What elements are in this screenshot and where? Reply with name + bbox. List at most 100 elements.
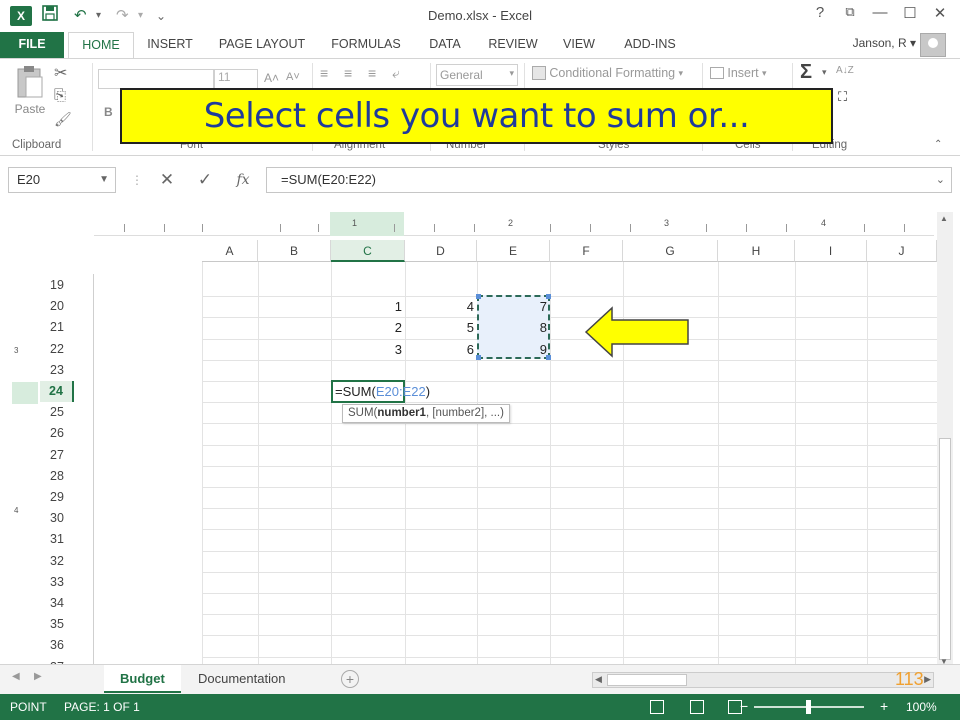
ribbon-display-options-button[interactable]: ⧉	[836, 4, 864, 20]
minimize-button[interactable]: —	[866, 4, 894, 21]
cell-c21[interactable]: 2	[331, 317, 405, 338]
next-sheet-icon[interactable]: ▶	[34, 671, 42, 682]
column-header-a[interactable]: A	[202, 240, 258, 262]
align-bottom-icon[interactable]: ≡	[368, 65, 376, 81]
autosum-dropdown-icon[interactable]: ▾	[822, 67, 827, 78]
paste-button[interactable]: Paste	[12, 65, 48, 131]
row-header-27[interactable]: 27	[40, 445, 74, 466]
maximize-button[interactable]: ☐	[896, 4, 924, 22]
column-header-i[interactable]: I	[795, 240, 867, 262]
cut-icon[interactable]: ✂	[54, 63, 67, 83]
cell-e20[interactable]: 7	[477, 296, 550, 317]
row-header-32[interactable]: 32	[40, 551, 74, 572]
copy-icon[interactable]: ⎘	[54, 87, 66, 104]
font-size-box[interactable]: 11	[214, 69, 258, 89]
prev-sheet-icon[interactable]: ◀	[12, 671, 20, 682]
row-header-37[interactable]: 37	[40, 657, 74, 664]
shrink-font-icon[interactable]: A˅	[286, 71, 300, 83]
scrollbar-thumb[interactable]	[939, 438, 951, 660]
column-header-b[interactable]: B	[258, 240, 331, 262]
name-box[interactable]: E20 ▼	[8, 167, 116, 193]
chevron-down-icon[interactable]: ⌄	[936, 168, 945, 192]
zoom-out-icon[interactable]: −	[740, 693, 748, 719]
cell-c20[interactable]: 1	[331, 296, 405, 317]
tab-review[interactable]: REVIEW	[484, 32, 542, 58]
cell-e22[interactable]: 9	[477, 339, 550, 360]
tab-home[interactable]: HOME	[68, 32, 134, 59]
insert-function-button[interactable]: fx	[228, 167, 258, 193]
column-header-e[interactable]: E	[477, 240, 550, 262]
scroll-up-icon[interactable]: ▲	[940, 214, 948, 223]
number-format-dropdown[interactable]: General ▾	[436, 64, 518, 86]
row-header-22[interactable]: 22	[40, 339, 74, 360]
row-header-35[interactable]: 35	[40, 614, 74, 635]
row-header-25[interactable]: 25	[40, 402, 74, 423]
row-header-23[interactable]: 23	[40, 360, 74, 381]
page-layout-view-icon[interactable]	[690, 700, 704, 714]
row-header-33[interactable]: 33	[40, 572, 74, 593]
row-header-21[interactable]: 21	[40, 317, 74, 338]
row-header-31[interactable]: 31	[40, 529, 74, 550]
cell-c22[interactable]: 3	[331, 339, 405, 360]
row-header-24[interactable]: 24	[40, 381, 74, 402]
tab-insert[interactable]: INSERT	[140, 32, 200, 58]
format-painter-icon[interactable]: 🖌	[54, 111, 72, 128]
sort-filter-icon[interactable]: A↓Z	[836, 65, 854, 76]
row-header-19[interactable]: 19	[40, 275, 74, 296]
tab-data[interactable]: DATA	[420, 32, 470, 58]
tab-add-ins[interactable]: ADD-INS	[614, 32, 686, 58]
formula-input[interactable]: =SUM(E20:E22) ⌄	[266, 167, 952, 193]
sheet-tab-budget[interactable]: Budget	[104, 665, 181, 693]
user-account[interactable]: Janson, R ▾	[853, 36, 916, 50]
bold-button[interactable]: B	[104, 105, 113, 119]
vertical-scrollbar[interactable]: ▲ ▼	[937, 212, 953, 664]
scroll-left-icon[interactable]: ◀	[595, 674, 602, 685]
column-header-f[interactable]: F	[550, 240, 623, 262]
horizontal-scrollbar[interactable]: ◀ ▶	[592, 672, 934, 688]
cell-d22[interactable]: 6	[405, 339, 477, 360]
avatar[interactable]	[920, 33, 946, 57]
row-header-29[interactable]: 29	[40, 487, 74, 508]
scroll-down-icon[interactable]: ▼	[940, 657, 948, 664]
find-select-icon[interactable]: ⛶	[838, 89, 847, 105]
tab-file[interactable]: FILE	[0, 32, 64, 58]
column-header-c[interactable]: C	[331, 240, 405, 262]
column-header-j[interactable]: J	[867, 240, 937, 262]
align-top-icon[interactable]: ≡	[320, 65, 328, 81]
wrap-text-icon[interactable]: ⤶	[392, 65, 400, 82]
cell-c24-editor[interactable]: =SUM(E20:E22)	[331, 380, 430, 403]
row-header-30[interactable]: 30	[40, 508, 74, 529]
insert-cells-button[interactable]: Insert ▾	[710, 65, 766, 85]
row-header-34[interactable]: 34	[40, 593, 74, 614]
grow-font-icon[interactable]: A˄	[264, 71, 279, 85]
sheet-tab-documentation[interactable]: Documentation	[182, 665, 301, 693]
tab-view[interactable]: VIEW	[556, 32, 602, 58]
row-header-20[interactable]: 20	[40, 296, 74, 317]
cell-d21[interactable]: 5	[405, 317, 477, 338]
row-header-36[interactable]: 36	[40, 635, 74, 656]
conditional-formatting-button[interactable]: Conditional Formatting ▾	[532, 65, 683, 85]
add-sheet-button[interactable]: +	[341, 670, 359, 688]
collapse-ribbon-icon[interactable]: ⌃	[934, 139, 942, 150]
column-header-h[interactable]: H	[718, 240, 795, 262]
row-header-26[interactable]: 26	[40, 423, 74, 444]
scroll-right-icon[interactable]: ▶	[924, 674, 931, 685]
normal-view-icon[interactable]	[650, 700, 664, 714]
zoom-in-icon[interactable]: +	[880, 693, 888, 719]
enter-entry-button[interactable]: ✓	[190, 167, 220, 193]
zoom-slider-thumb[interactable]	[806, 700, 811, 714]
autosum-icon[interactable]: Σ	[800, 61, 812, 84]
close-button[interactable]: ✕	[926, 4, 954, 22]
column-header-d[interactable]: D	[405, 240, 477, 262]
cell-d20[interactable]: 4	[405, 296, 477, 317]
zoom-level[interactable]: 100%	[906, 694, 937, 720]
scrollbar-thumb[interactable]	[607, 674, 687, 686]
align-middle-icon[interactable]: ≡	[344, 65, 352, 81]
row-header-28[interactable]: 28	[40, 466, 74, 487]
column-header-g[interactable]: G	[623, 240, 718, 262]
tab-formulas[interactable]: FORMULAS	[324, 32, 408, 58]
help-button[interactable]: ?	[806, 4, 834, 21]
cancel-entry-button[interactable]: ✕	[152, 167, 182, 193]
cell-e21[interactable]: 8	[477, 317, 550, 338]
tab-page-layout[interactable]: PAGE LAYOUT	[212, 32, 312, 58]
